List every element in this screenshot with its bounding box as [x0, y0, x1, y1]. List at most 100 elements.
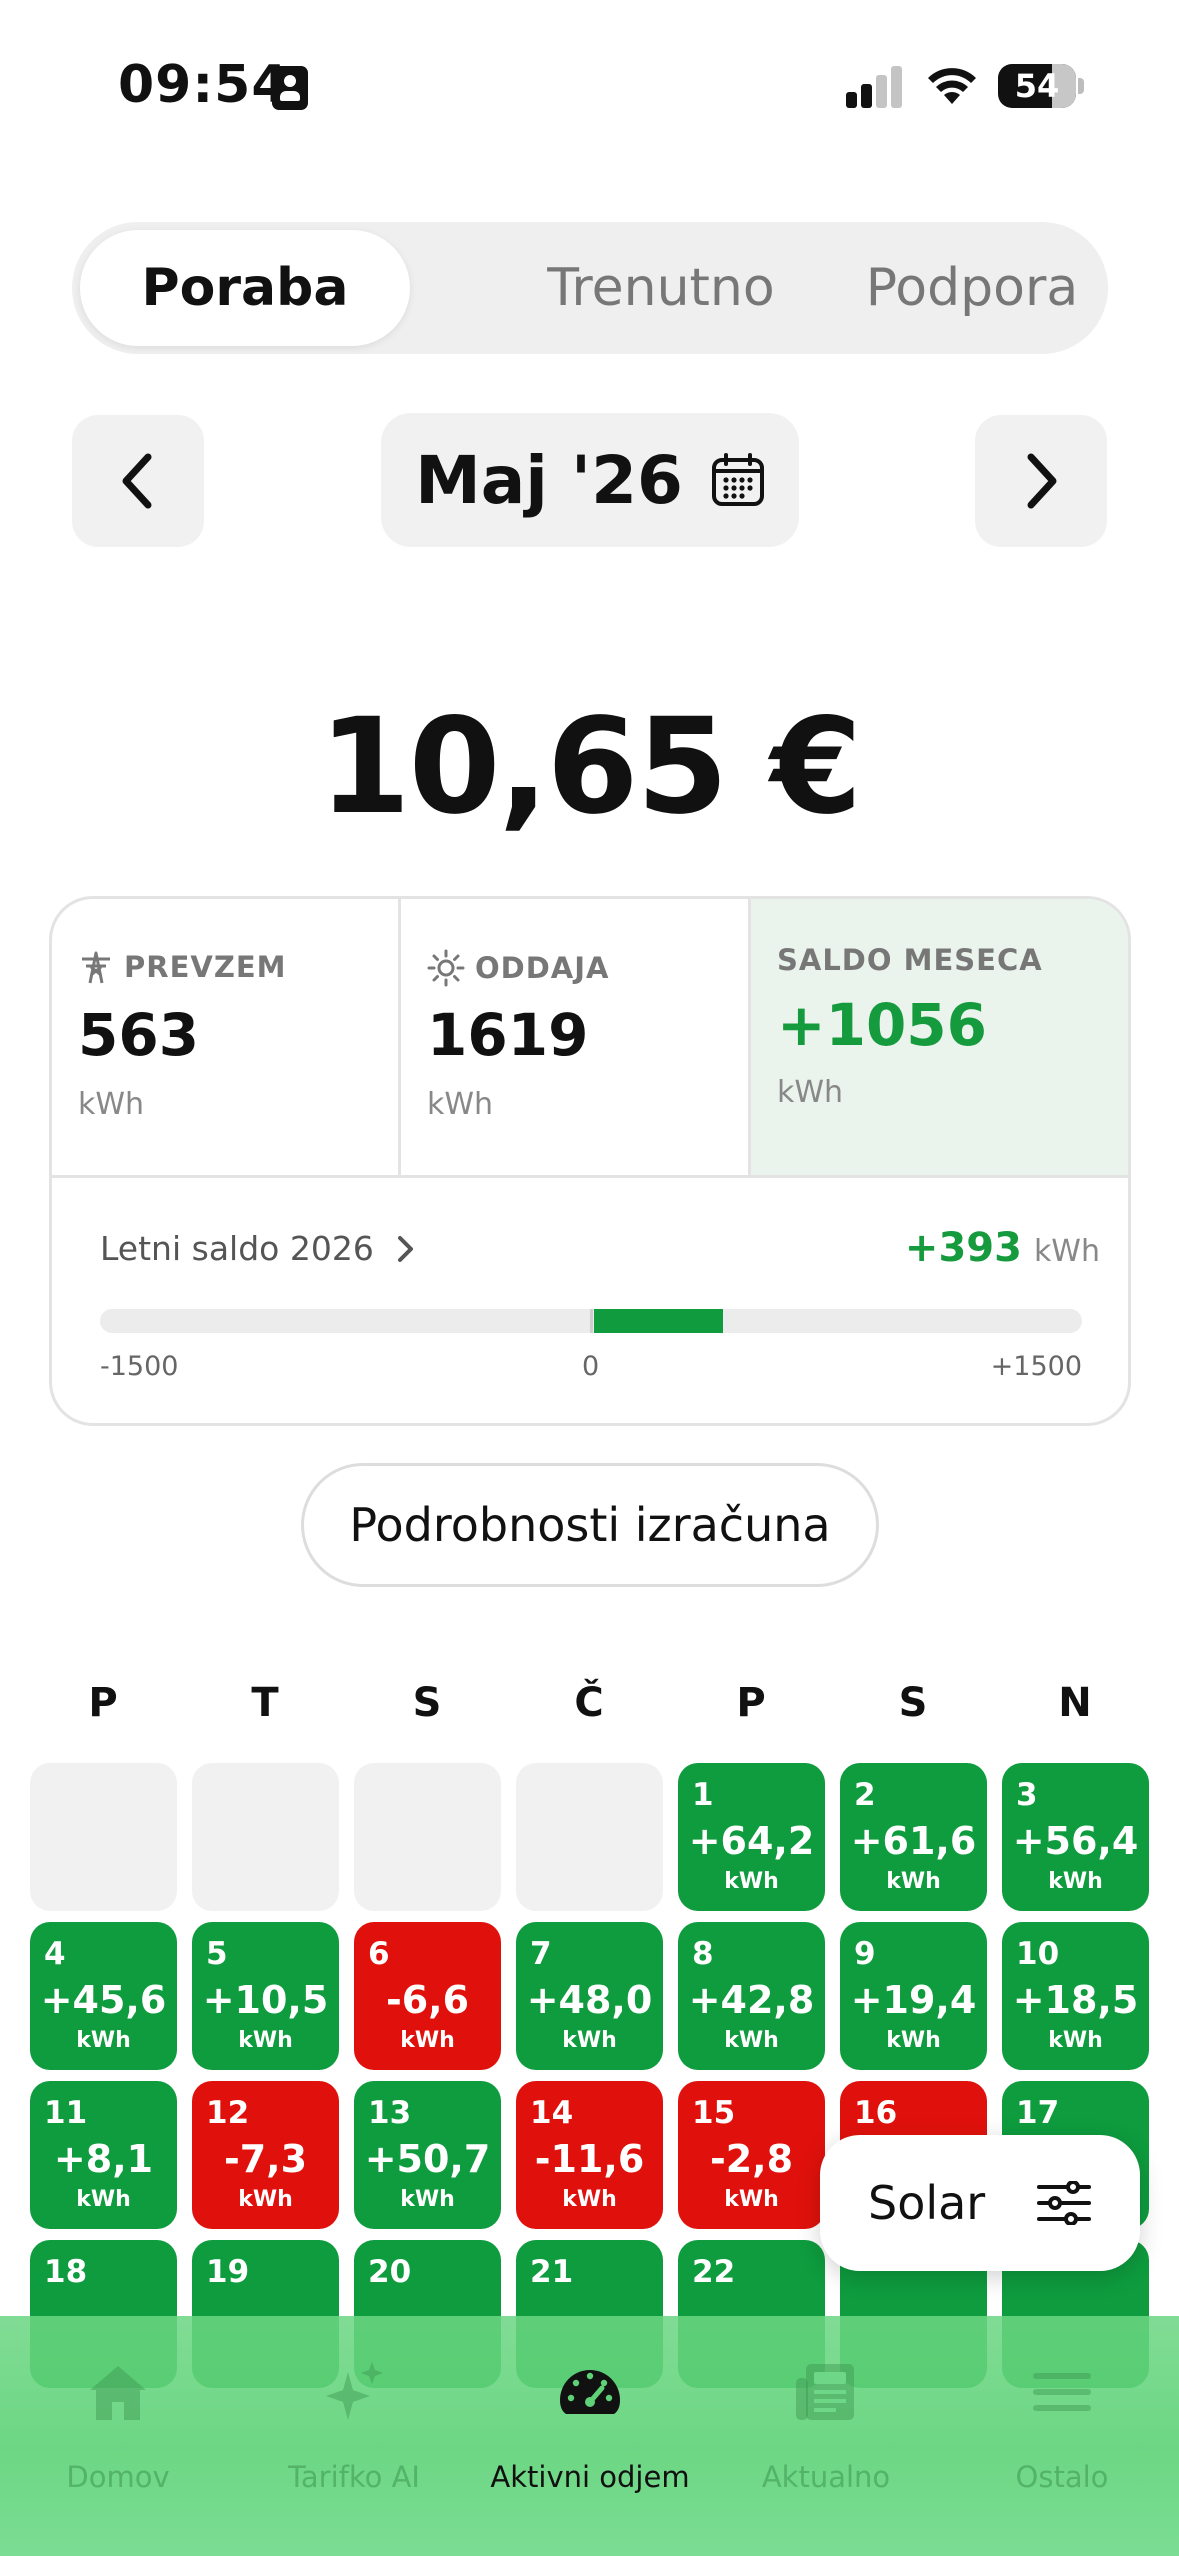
- nav-aktualno-label: Aktualno: [761, 2460, 891, 2494]
- calendar-day-cell[interactable]: 1 +64,2 kWh: [678, 1763, 825, 1911]
- day-balance-value: +10,5: [202, 1978, 329, 2022]
- power-pylon-icon: [82, 951, 110, 984]
- day-number: 16: [854, 2095, 898, 2131]
- cellular-signal-icon: [846, 66, 902, 108]
- calendar-day-cell[interactable]: 4 +45,6 kWh: [30, 1922, 177, 2070]
- day-number: 12: [206, 2095, 250, 2131]
- home-icon: [90, 2366, 146, 2420]
- nav-domov-label: Domov: [66, 2460, 170, 2494]
- day-balance-unit: kWh: [76, 2028, 131, 2053]
- nav-ostalo[interactable]: Ostalo: [944, 2348, 1179, 2494]
- oddaja-stat: ODDAJA 1619 kWh: [401, 899, 751, 1177]
- day-balance-unit: kWh: [724, 2028, 779, 2053]
- view-segmented-control: Poraba Trenutno Podpora: [72, 222, 1108, 354]
- calendar-day-cell[interactable]: 15 -2,8 kWh: [678, 2081, 825, 2229]
- calendar-day-cell[interactable]: 10 +18,5 kWh: [1002, 1922, 1149, 2070]
- solar-filter-button[interactable]: Solar: [820, 2135, 1140, 2271]
- day-balance-unit: kWh: [562, 2028, 617, 2053]
- day-number: 20: [368, 2254, 412, 2290]
- prevzem-value: 563: [78, 1001, 200, 1069]
- chevron-left-icon: [122, 453, 152, 509]
- prevzem-stat: PREVZEM 563 kWh: [52, 899, 402, 1177]
- nav-tarifko-ai[interactable]: Tarifko AI: [236, 2348, 472, 2494]
- tab-poraba[interactable]: Poraba: [80, 230, 410, 346]
- calendar-day-cell[interactable]: 6 -6,6 kWh: [354, 1922, 501, 2070]
- calendar-day-cell[interactable]: 12 -7,3 kWh: [192, 2081, 339, 2229]
- nav-domov[interactable]: Domov: [0, 2348, 236, 2494]
- day-balance-value: +64,2: [688, 1819, 815, 1863]
- day-number: 22: [692, 2254, 736, 2290]
- day-balance-unit: kWh: [886, 2028, 941, 2053]
- day-number: 17: [1016, 2095, 1060, 2131]
- previous-month-button[interactable]: [72, 415, 204, 547]
- day-number: 3: [1016, 1777, 1038, 1813]
- oddaja-value: 1619: [427, 1001, 589, 1069]
- month-label: Maj '26: [415, 441, 683, 519]
- weekday-label: N: [1058, 1680, 1092, 1726]
- nav-aktualno[interactable]: Aktualno: [708, 2348, 944, 2494]
- yearly-balance-label: Letni saldo 2026: [100, 1229, 374, 1268]
- sparkles-icon: [326, 2362, 383, 2420]
- day-balance-unit: kWh: [724, 1869, 779, 1894]
- day-balance-unit: kWh: [724, 2187, 779, 2212]
- calendar-day-cell[interactable]: 9 +19,4 kWh: [840, 1922, 987, 2070]
- yearly-balance-link[interactable]: Letni saldo 2026 +393 kWh: [100, 1225, 1100, 1279]
- day-balance-unit: kWh: [1048, 1869, 1103, 1894]
- day-balance-value: +50,7: [364, 2137, 491, 2181]
- calendar-day-cell[interactable]: 8 +42,8 kWh: [678, 1922, 825, 2070]
- nav-tarifko-ai-label: Tarifko AI: [288, 2460, 420, 2494]
- day-number: 1: [692, 1777, 714, 1813]
- calendar-day-cell[interactable]: 5 +10,5 kWh: [192, 1922, 339, 2070]
- day-number: 9: [854, 1936, 876, 1972]
- day-balance-value: +18,5: [1012, 1978, 1139, 2022]
- status-bar: 09:54 54: [0, 0, 1179, 170]
- total-amount: 10,65 €: [318, 690, 862, 844]
- scale-zero-label: 0: [582, 1351, 600, 1382]
- calendar-day-cell[interactable]: 7 +48,0 kWh: [516, 1922, 663, 2070]
- day-number: 14: [530, 2095, 574, 2131]
- scale-max-label: +1500: [990, 1351, 1082, 1382]
- chevron-right-icon: [1027, 453, 1057, 509]
- tab-trenutno[interactable]: Trenutno: [496, 230, 826, 346]
- nav-aktivni-odjem[interactable]: Aktivni odjem: [472, 2348, 708, 2494]
- saldo-label: SALDO MESECA: [777, 943, 1043, 977]
- yearly-balance-unit: kWh: [1033, 1234, 1100, 1269]
- saldo-value: +1056: [777, 991, 988, 1059]
- prevzem-label: PREVZEM: [124, 950, 287, 984]
- day-number: 19: [206, 2254, 250, 2290]
- calendar-icon: [711, 453, 764, 506]
- day-number: 4: [44, 1936, 66, 1972]
- weekday-label: T: [251, 1680, 279, 1726]
- yearly-balance-value: +393: [904, 1225, 1022, 1271]
- zero-marker: [590, 1309, 593, 1333]
- calendar-day-cell[interactable]: 2 +61,6 kWh: [840, 1763, 987, 1911]
- nav-aktivni-odjem-label: Aktivni odjem: [490, 2460, 690, 2494]
- energy-summary-card: PREVZEM 563 kWh ODDAJA 1619 kWh SALDO ME…: [49, 896, 1131, 1426]
- day-balance-value: -11,6: [534, 2137, 645, 2181]
- sliders-icon: [1037, 2181, 1092, 2225]
- calendar-day-cell[interactable]: 14 -11,6 kWh: [516, 2081, 663, 2229]
- day-balance-unit: kWh: [238, 2187, 293, 2212]
- yearly-balance-fill: [594, 1309, 723, 1333]
- calendar-day-cell[interactable]: 3 +56,4 kWh: [1002, 1763, 1149, 1911]
- bottom-tab-bar: Domov Tarifko AI Aktivni odjem Aktualno …: [0, 2316, 1179, 2556]
- calculation-details-button[interactable]: Podrobnosti izračuna: [301, 1463, 879, 1587]
- menu-icon: [1033, 2373, 1091, 2411]
- day-balance-unit: kWh: [76, 2187, 131, 2212]
- day-balance-value: -6,6: [385, 1978, 470, 2022]
- weekday-label: P: [88, 1680, 118, 1726]
- calendar-empty-cell: [354, 1763, 501, 1911]
- month-picker-button[interactable]: Maj '26: [381, 413, 799, 547]
- day-balance-value: +42,8: [688, 1978, 815, 2022]
- day-balance-value: -7,3: [223, 2137, 308, 2181]
- calendar-day-cell[interactable]: 13 +50,7 kWh: [354, 2081, 501, 2229]
- tab-podpora[interactable]: Podpora: [842, 230, 1102, 346]
- calendar-empty-cell: [192, 1763, 339, 1911]
- prevzem-unit: kWh: [78, 1087, 145, 1122]
- weekday-label: S: [412, 1680, 442, 1726]
- day-balance-unit: kWh: [562, 2187, 617, 2212]
- speedometer-icon: [560, 2370, 620, 2414]
- next-month-button[interactable]: [975, 415, 1107, 547]
- day-number: 7: [530, 1936, 552, 1972]
- calendar-day-cell[interactable]: 11 +8,1 kWh: [30, 2081, 177, 2229]
